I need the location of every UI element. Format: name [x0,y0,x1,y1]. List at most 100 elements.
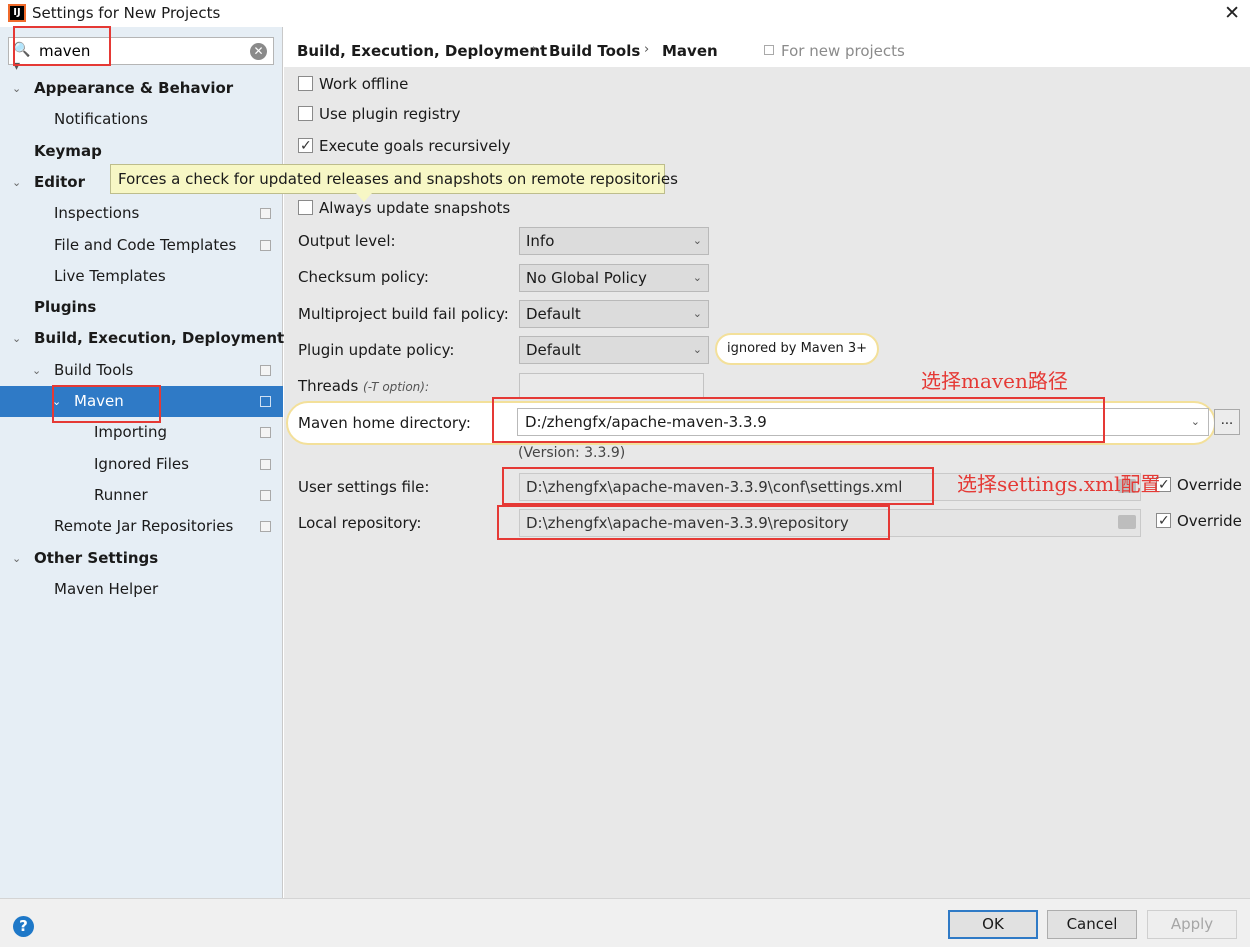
fail-policy-label: Multiproject build fail policy: [298,305,509,323]
plugin-update-policy-select[interactable]: Default ⌄ [519,336,709,364]
output-level-label: Output level: [298,232,396,250]
project-scope-icon [260,458,271,470]
sidebar-item-keymap[interactable]: Keymap [0,136,283,167]
chevron-down-icon[interactable]: ⌄ [12,167,21,198]
intellij-app-icon: IJ [8,4,26,22]
sidebar-item-remote-jar-repositories[interactable]: Remote Jar Repositories [0,511,283,542]
title-bar: IJ Settings for New Projects ✕ [0,0,1250,27]
user-settings-label: User settings file: [298,478,430,496]
local-repository-override-checkbox[interactable] [1156,510,1171,532]
sidebar-item-maven-helper[interactable]: Maven Helper [0,574,283,605]
breadcrumb-build-execution[interactable]: Build, Execution, Deployment [297,42,547,60]
sidebar-item-label: Remote Jar Repositories [54,517,234,536]
project-scope-icon [260,521,271,533]
sidebar-item-label: Keymap [34,141,102,160]
sidebar-item-label: Runner [94,485,148,504]
close-icon[interactable]: ✕ [1224,2,1240,24]
output-level-value: Info [526,232,555,250]
ok-button[interactable]: OK [948,910,1038,939]
breadcrumb-build-tools[interactable]: Build Tools [549,42,640,60]
breadcrumb-maven[interactable]: Maven [662,42,718,60]
sidebar-item-label: Ignored Files [94,454,189,473]
breadcrumb-separator: › [644,42,650,57]
sidebar-item-plugins[interactable]: Plugins [0,292,283,323]
chevron-down-icon: ⌄ [1190,415,1200,428]
local-repository-value: D:\zhengfx\apache-maven-3.3.9\repository [526,514,849,532]
checksum-policy-select[interactable]: No Global Policy ⌄ [519,264,709,292]
help-icon[interactable]: ? [13,916,34,937]
plugin-registry-label: Use plugin registry [319,105,461,123]
execute-goals-checkbox[interactable] [298,135,313,157]
update-snapshots-tooltip: Forces a check for updated releases and … [110,164,678,202]
project-scope-icon [260,239,271,251]
checksum-policy-value: No Global Policy [526,269,647,287]
dialog-footer: ? OK Cancel Apply [0,898,1250,947]
override-label: Override [1177,512,1242,530]
sidebar-item-live-templates[interactable]: Live Templates [0,261,283,292]
chevron-down-icon[interactable]: ⌄ [32,355,41,386]
sidebar-item-other-settings[interactable]: ⌄ Other Settings [0,543,283,574]
project-scope-icon [260,427,271,439]
sidebar-item-label: Inspections [54,204,140,223]
folder-icon[interactable] [1118,515,1136,529]
clear-search-icon[interactable]: ✕ [250,43,267,60]
scope-label: For new projects [781,42,905,60]
sidebar-item-label: Other Settings [34,548,159,567]
override-label: Override [1177,476,1242,494]
fail-policy-value: Default [526,305,581,323]
search-input[interactable] [39,40,239,62]
chevron-down-icon[interactable]: ⌄ [52,386,61,417]
maven3-note: ignored by Maven 3+ [715,333,879,365]
maven-home-browse-button[interactable]: ... [1214,409,1240,435]
maven-home-combobox[interactable]: D:/zhengfx/apache-maven-3.3.9 ⌄ [517,408,1209,436]
project-scope-icon [260,489,271,501]
breadcrumb-separator: › [532,42,538,57]
apply-button[interactable]: Apply [1147,910,1237,939]
threads-input[interactable] [519,373,704,399]
work-offline-checkbox[interactable] [298,76,313,91]
chevron-down-icon[interactable]: ⌄ [12,73,21,104]
window-title: Settings for New Projects [32,4,221,22]
threads-hint: (-T option): [363,380,429,394]
fail-policy-select[interactable]: Default ⌄ [519,300,709,328]
sidebar-item-notifications[interactable]: Notifications [0,104,283,135]
settings-search[interactable]: 🔍▾ ✕ [8,37,274,74]
project-scope-icon [764,45,774,55]
sidebar-item-label: Plugins [34,298,97,317]
sidebar-item-inspections[interactable]: Inspections [0,198,283,229]
maven-home-label: Maven home directory: [298,414,471,432]
sidebar-item-appearance-behavior[interactable]: ⌄ Appearance & Behavior [0,73,283,104]
sidebar-item-label: File and Code Templates [54,235,237,254]
sidebar-item-ignored-files[interactable]: Ignored Files [0,449,283,480]
sidebar-item-label: Notifications [54,110,148,129]
chevron-down-icon[interactable]: ⌄ [12,323,21,354]
sidebar-item-label: Appearance & Behavior [34,79,234,97]
plugin-registry-checkbox[interactable] [298,106,313,121]
project-scope-icon [260,396,271,407]
checksum-policy-label: Checksum policy: [298,268,429,286]
breadcrumb: Build, Execution, Deployment › Build Too… [284,27,1250,67]
plugin-update-policy-value: Default [526,341,581,359]
output-level-select[interactable]: Info ⌄ [519,227,709,255]
sidebar-item-label: Build, Execution, Deployment [34,329,285,348]
local-repository-label: Local repository: [298,514,422,532]
maven-home-value: D:/zhengfx/apache-maven-3.3.9 [525,413,767,431]
project-scope-icon [260,364,271,376]
work-offline-label: Work offline [319,75,409,93]
update-snapshots-checkbox[interactable] [298,200,313,215]
execute-goals-label: Execute goals recursively [319,137,511,155]
sidebar-item-runner[interactable]: Runner [0,480,283,511]
cancel-button[interactable]: Cancel [1047,910,1137,939]
sidebar-item-label: Live Templates [54,266,166,285]
chevron-down-icon: ⌄ [692,307,702,320]
user-settings-value: D:\zhengfx\apache-maven-3.3.9\conf\setti… [526,478,903,496]
sidebar-item-importing[interactable]: Importing [0,417,283,448]
local-repository-field[interactable]: D:\zhengfx\apache-maven-3.3.9\repository [519,509,1141,537]
chevron-down-icon[interactable]: ⌄ [12,543,21,574]
sidebar-item-label: Editor [34,172,85,191]
sidebar-item-build-execution-deployment[interactable]: ⌄ Build, Execution, Deployment [0,323,285,354]
sidebar-item-file-and-code-templates[interactable]: File and Code Templates [0,230,283,261]
sidebar-item-build-tools[interactable]: ⌄ Build Tools [0,355,283,386]
search-icon[interactable]: 🔍▾ [13,42,35,74]
sidebar-item-maven[interactable]: ⌄ Maven [0,386,283,417]
